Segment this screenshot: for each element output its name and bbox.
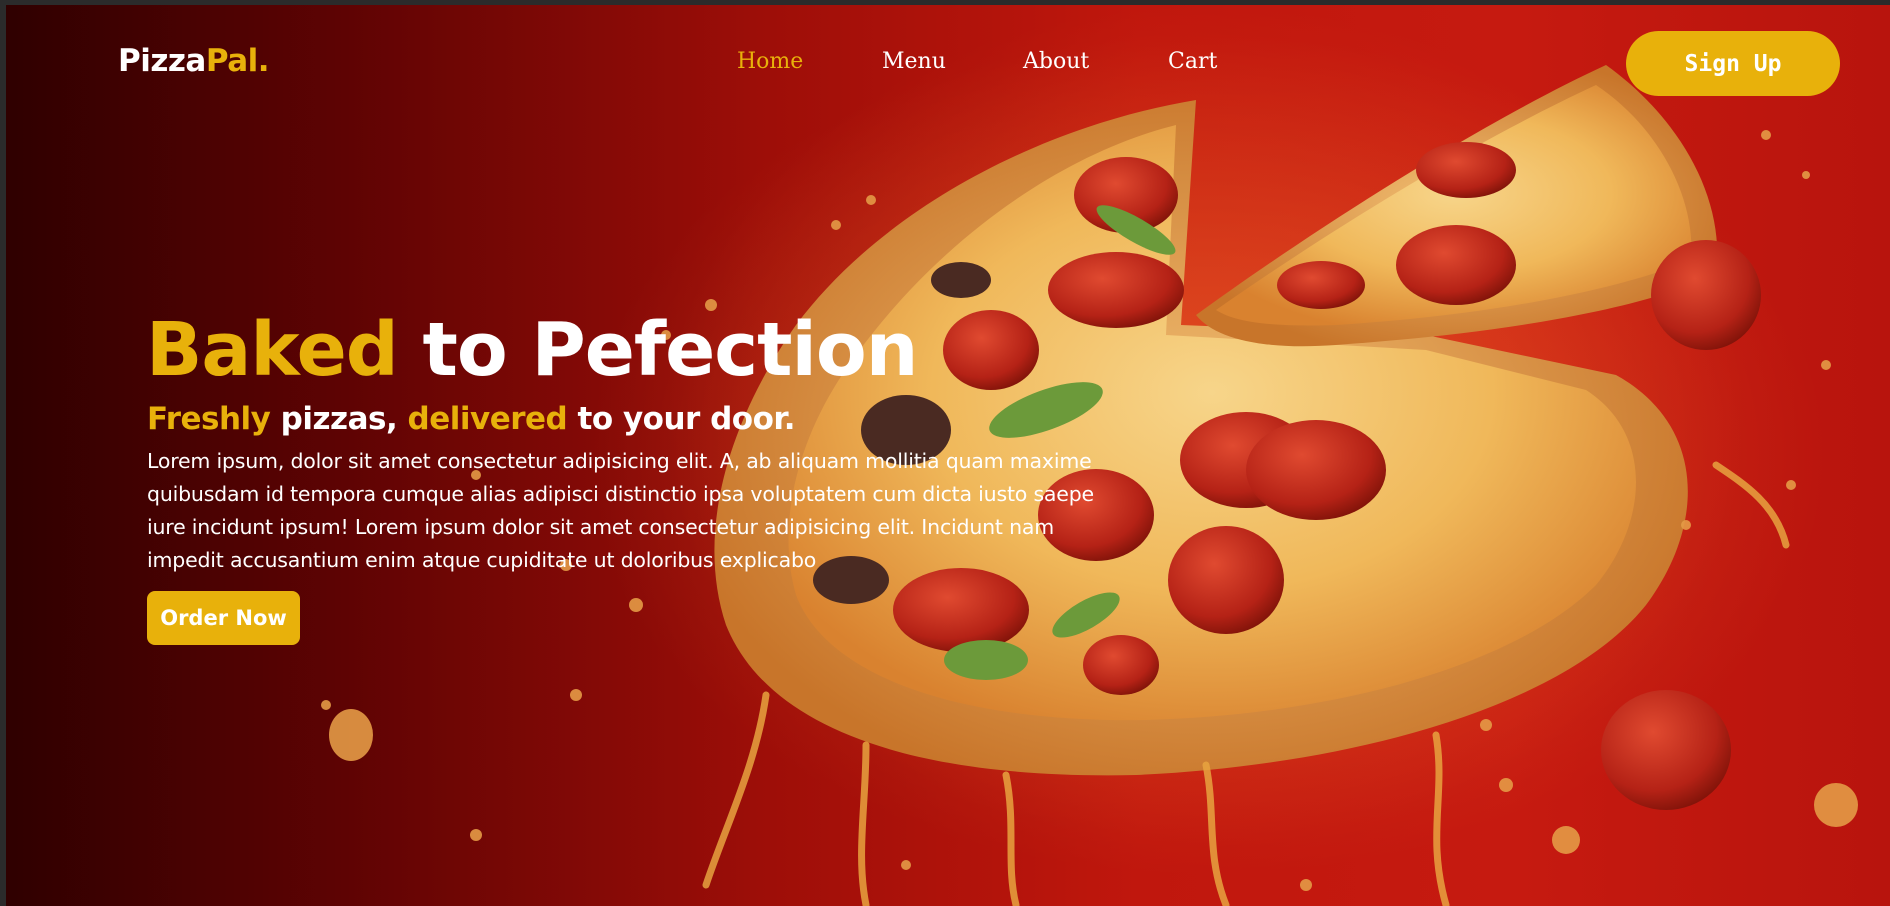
hero-description: Lorem ipsum, dolor sit amet consectetur … [147, 449, 1094, 572]
nav-link-home[interactable]: Home [737, 49, 803, 74]
nav-link-menu[interactable]: Menu [882, 49, 946, 74]
hero-title: Baked to Pefection [146, 313, 918, 387]
hero-title-accent: Baked [146, 307, 399, 393]
order-now-button[interactable]: Order Now [147, 591, 300, 645]
hero-subtitle: Freshly pizzas, delivered to your door. [147, 401, 796, 437]
subtitle-word-pizzas: pizzas, [280, 401, 398, 437]
nav-link-about[interactable]: About [1023, 49, 1089, 74]
brand-name-part1: Pizza [118, 43, 206, 79]
page: PizzaPal. Home Menu About Cart Sign Up B… [6, 5, 1890, 906]
subtitle-word-to-your-door: to your door. [577, 401, 796, 437]
brand-logo[interactable]: PizzaPal. [118, 43, 270, 79]
subtitle-word-delivered: delivered [407, 401, 568, 437]
hero-title-rest: to Pefection [422, 307, 919, 393]
subtitle-word-freshly: Freshly [147, 401, 271, 437]
sign-up-button[interactable]: Sign Up [1626, 31, 1840, 96]
nav-link-cart[interactable]: Cart [1168, 49, 1217, 74]
brand-name-part2: Pal. [205, 43, 270, 79]
